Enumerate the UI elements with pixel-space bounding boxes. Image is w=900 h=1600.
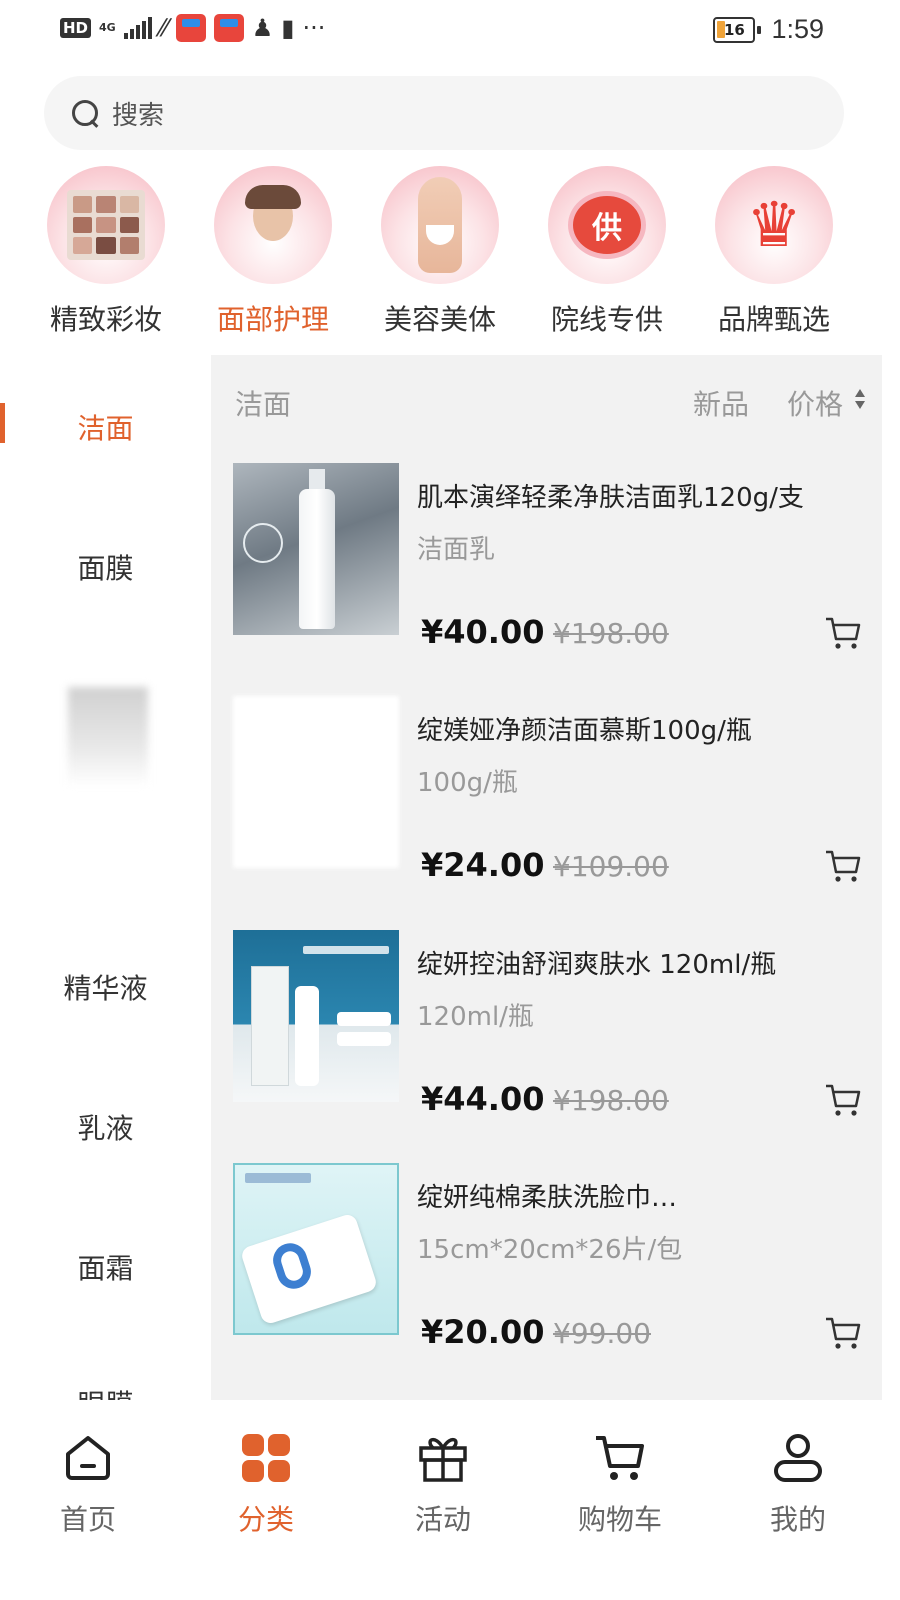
product-price: ¥24.00 xyxy=(421,846,545,884)
battery-level: 16 xyxy=(724,20,745,39)
add-to-cart-icon[interactable] xyxy=(823,613,863,653)
top-category-row: 精致彩妆 面部护理 美容美体 供 院线专供 ♛ 品牌甄选 xyxy=(0,160,900,340)
sidebar-item-serum[interactable]: 精华液 xyxy=(0,967,211,1007)
data-saver-icon: ⁄⁄ xyxy=(159,14,168,42)
product-title[interactable]: 肌本演绎轻柔净肤洁面乳120g/支 xyxy=(417,477,867,514)
shopping-app-notification-icon xyxy=(175,14,206,42)
home-icon xyxy=(66,1436,110,1480)
sidebar-item-lotion[interactable]: 乳液 xyxy=(0,1107,211,1147)
category-label: 品牌甄选 xyxy=(717,303,830,336)
category-label: 美容美体 xyxy=(383,303,496,336)
product-original-price: ¥198.00 xyxy=(553,617,669,650)
category-face-care[interactable]: 面部护理 xyxy=(189,166,357,338)
sort-price-button[interactable]: 价格 xyxy=(787,383,843,423)
sort-arrows-icon[interactable] xyxy=(853,385,867,413)
tab-label: 首页 xyxy=(59,1503,116,1536)
product-image[interactable] xyxy=(233,1163,399,1335)
tab-cart[interactable]: 购物车 xyxy=(560,1430,680,1538)
tab-category[interactable]: 分类 xyxy=(206,1430,326,1538)
product-image[interactable] xyxy=(233,696,399,868)
tab-label: 分类 xyxy=(237,1503,294,1536)
product-original-price: ¥198.00 xyxy=(553,1084,669,1117)
product-price: ¥40.00 xyxy=(421,613,545,651)
product-title[interactable]: 绽妍控油舒润爽肤水 120ml/瓶 xyxy=(417,944,867,981)
product-title[interactable]: 绽妍纯棉柔肤洗脸巾… xyxy=(417,1177,867,1214)
sidebar-item-cleanser[interactable]: 洁面 xyxy=(0,407,211,447)
category-salon-supply[interactable]: 供 院线专供 xyxy=(523,166,691,338)
product-card[interactable]: 肌本演绎轻柔净肤洁面乳120g/支 洁面乳 ¥40.00 ¥198.00 xyxy=(233,463,882,663)
tab-label: 我的 xyxy=(769,1503,826,1536)
category-label: 院线专供 xyxy=(550,303,663,336)
category-brand-select[interactable]: ♛ 品牌甄选 xyxy=(690,166,858,338)
signal-icon xyxy=(123,17,152,39)
product-image[interactable] xyxy=(233,463,399,635)
sort-new-button[interactable]: 新品 xyxy=(693,383,749,423)
clock: 1:59 xyxy=(771,14,824,44)
product-spec: 15cm*20cm*26片/包 xyxy=(417,1235,683,1265)
crown-icon: ♛ xyxy=(715,166,833,284)
blurred-overlay xyxy=(68,687,148,787)
face-care-icon xyxy=(214,166,332,284)
current-subcategory: 洁面 xyxy=(235,388,292,421)
sidebar-item-mask[interactable]: 面膜 xyxy=(0,547,211,587)
category-body-care[interactable]: 美容美体 xyxy=(356,166,524,338)
product-original-price: ¥99.00 xyxy=(553,1317,651,1350)
product-card[interactable]: 绽妍控油舒润爽肤水 120ml/瓶 120ml/瓶 ¥44.00 ¥198.00 xyxy=(233,930,882,1130)
product-panel: 洁面 新品 价格 肌本演绎轻柔净肤洁面乳120g/支 洁面乳 ¥40.00 ¥1… xyxy=(211,355,882,1400)
add-to-cart-icon[interactable] xyxy=(823,846,863,886)
body-care-icon xyxy=(381,166,499,284)
eyeshadow-palette-icon xyxy=(47,166,165,284)
add-to-cart-icon[interactable] xyxy=(823,1313,863,1353)
category-grid-icon xyxy=(242,1434,290,1482)
search-placeholder: 搜索 xyxy=(112,100,165,131)
filter-bar: 洁面 新品 价格 xyxy=(211,355,882,445)
alert-notification-icon: ▮ xyxy=(281,14,295,42)
search-bar[interactable]: 搜索 xyxy=(44,76,844,150)
add-to-cart-icon[interactable] xyxy=(823,1080,863,1120)
product-image[interactable] xyxy=(233,930,399,1102)
tab-profile[interactable]: 我的 xyxy=(738,1430,858,1538)
battery-icon: 16 xyxy=(713,16,762,43)
status-icons-right: 16 1:59 xyxy=(713,14,824,45)
product-card[interactable]: 绽媄娅净颜洁面慕斯100g/瓶 100g/瓶 ¥24.00 ¥109.00 xyxy=(233,696,882,896)
product-price: ¥20.00 xyxy=(421,1313,545,1351)
supply-badge-icon: 供 xyxy=(548,166,666,284)
supply-badge-text: 供 xyxy=(568,191,646,259)
profile-icon xyxy=(774,1434,822,1482)
product-title[interactable]: 绽媄娅净颜洁面慕斯100g/瓶 xyxy=(417,710,867,747)
product-spec: 洁面乳 xyxy=(417,535,496,565)
product-original-price: ¥109.00 xyxy=(553,850,669,883)
tab-label: 活动 xyxy=(414,1503,471,1536)
bottom-tab-bar: 首页 分类 活动 购物车 我的 xyxy=(0,1400,900,1600)
product-card[interactable]: 绽妍纯棉柔肤洗脸巾… 15cm*20cm*26片/包 ¥20.00 ¥99.00 xyxy=(233,1163,882,1363)
subcategory-sidebar: 洁面 面膜 眼霜 精华液 乳液 面霜 眼膜 xyxy=(0,355,211,1421)
hd-indicator: HD xyxy=(60,18,92,38)
status-bar: HD 4G ⁄⁄ ♟ ▮ ··· 16 1:59 xyxy=(0,0,900,60)
tab-label: 购物车 xyxy=(577,1503,662,1536)
product-price: ¥44.00 xyxy=(421,1080,545,1118)
qq-notification-icon: ♟ xyxy=(251,14,274,42)
cart-icon xyxy=(596,1436,644,1480)
sidebar-item-face-cream[interactable]: 面霜 xyxy=(0,1247,211,1287)
shopping-app-notification-icon-2 xyxy=(213,14,244,42)
product-spec: 120ml/瓶 xyxy=(417,1002,534,1032)
tab-activity[interactable]: 活动 xyxy=(383,1430,503,1538)
tab-home[interactable]: 首页 xyxy=(28,1430,148,1538)
more-notifications-icon: ··· xyxy=(302,14,326,42)
network-type: 4G xyxy=(99,21,116,34)
category-label: 精致彩妆 xyxy=(49,303,162,336)
search-icon xyxy=(70,98,100,128)
product-spec: 100g/瓶 xyxy=(417,768,518,798)
gift-icon xyxy=(419,1437,467,1482)
status-icons-left: HD 4G ⁄⁄ ♟ ▮ ··· xyxy=(60,14,325,42)
category-label: 面部护理 xyxy=(216,303,329,336)
category-makeup[interactable]: 精致彩妆 xyxy=(22,166,190,338)
